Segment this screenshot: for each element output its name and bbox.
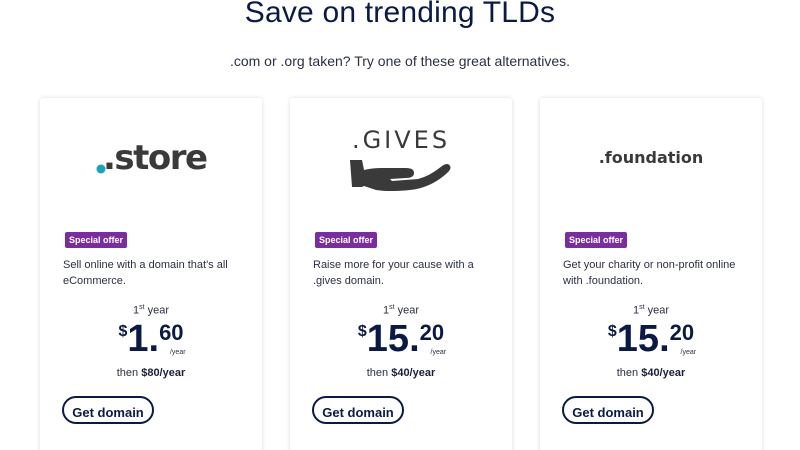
- get-domain-button-gives[interactable]: Get domain: [312, 396, 404, 424]
- gives-logo-text: .GIVES: [352, 126, 450, 154]
- renewal-price: then $40/year: [616, 367, 686, 379]
- price-period: /year: [680, 349, 697, 356]
- page: Save on trending TLDs .com or .org taken…: [0, 0, 800, 450]
- price-period: /year: [430, 349, 447, 356]
- tld-card-gives: .GIVES Special offer Raise more for your…: [290, 98, 512, 450]
- gives-logo: .GIVES: [290, 118, 512, 218]
- card-description: Sell online with a domain that's all eCo…: [63, 259, 228, 287]
- page-title: Save on trending TLDs: [244, 0, 556, 29]
- price-whole: 15.: [616, 318, 670, 360]
- price-cents: 60: [159, 320, 184, 345]
- price-currency: $: [607, 323, 617, 340]
- card-description: Get your charity or non-profit online wi…: [563, 259, 736, 287]
- special-offer-badge: Special offer: [65, 232, 128, 248]
- open-hand-icon: [350, 160, 451, 191]
- foundation-logo: .foundation: [540, 118, 762, 218]
- store-logo: .store: [40, 118, 262, 218]
- gives-logo-graphic: .GIVES: [350, 126, 451, 191]
- card-description: Raise more for your cause with a .gives …: [313, 259, 474, 287]
- price-whole: 15.: [366, 318, 420, 360]
- foundation-logo-graphic: .foundation: [599, 148, 704, 167]
- price-cents: 20: [669, 320, 695, 345]
- special-offer-badge: Special offer: [315, 232, 378, 248]
- store-logo-text: .store: [103, 138, 207, 178]
- first-year-price: $15.20 /year: [290, 319, 512, 361]
- price-currency: $: [357, 323, 367, 340]
- price-period: /year: [169, 349, 186, 356]
- first-year-label: 1st year: [382, 304, 420, 317]
- first-year-price: $1.60 /year: [40, 319, 262, 361]
- first-year-label: 1st year: [132, 304, 170, 317]
- price-cents: 20: [419, 320, 445, 345]
- first-year-label: 1st year: [632, 304, 670, 317]
- get-domain-button-store[interactable]: Get domain: [62, 396, 154, 424]
- price-whole: 1.: [127, 318, 160, 360]
- page-subtitle: .com or .org taken? Try one of these gre…: [229, 53, 571, 69]
- price-currency: $: [118, 323, 128, 340]
- tld-card-foundation: .foundation Special offer Get your chari…: [540, 98, 762, 450]
- tld-card-store: .store Special offer Sell online with a …: [40, 98, 262, 450]
- special-offer-badge: Special offer: [565, 232, 628, 248]
- get-domain-button-foundation[interactable]: Get domain: [562, 396, 654, 424]
- first-year-price: $15.20 /year: [540, 319, 762, 361]
- foundation-logo-text: .foundation: [599, 148, 704, 167]
- renewal-price: then $40/year: [366, 367, 436, 379]
- store-logo-graphic: .store: [96, 138, 209, 178]
- renewal-price: then $80/year: [116, 367, 186, 379]
